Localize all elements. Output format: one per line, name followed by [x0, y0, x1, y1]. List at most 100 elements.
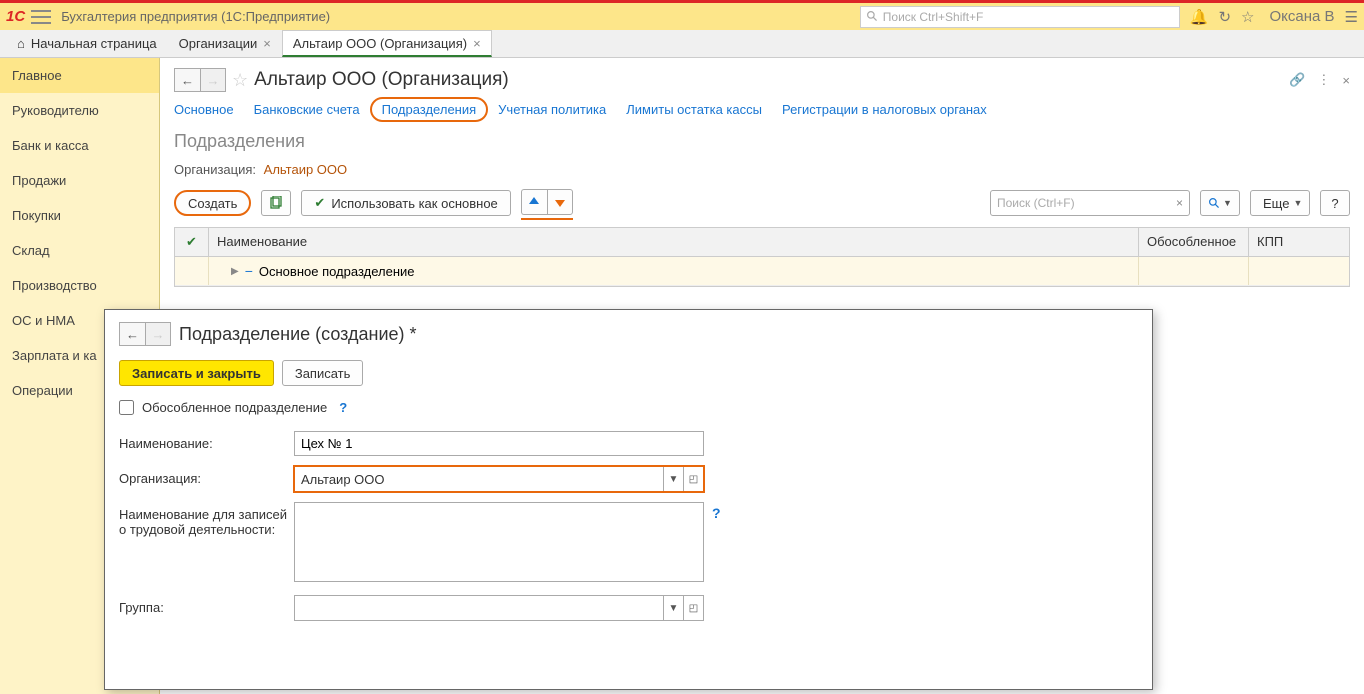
separate-checkbox[interactable]: [119, 400, 134, 415]
create-button[interactable]: Создать: [174, 190, 251, 216]
th-kpp[interactable]: КПП: [1249, 228, 1349, 256]
use-as-main-label: Использовать как основное: [331, 196, 497, 211]
tab-home-label: Начальная страница: [31, 36, 157, 51]
th-check[interactable]: ✔: [175, 228, 209, 256]
save-close-button[interactable]: Записать и закрыть: [119, 360, 274, 386]
section-title: Подразделения: [174, 131, 1350, 152]
bell-icon[interactable]: 🔔: [1190, 8, 1209, 26]
row-org: Организация: Альтаир ООО ▼ ◰: [119, 466, 1138, 492]
dialog-title: Подразделение (создание) *: [179, 324, 417, 345]
chevron-down-icon[interactable]: ▼: [663, 596, 683, 620]
tab-organizations[interactable]: Организации ×: [168, 30, 282, 57]
global-search-placeholder: Поиск Ctrl+Shift+F: [883, 10, 984, 24]
history-icon[interactable]: ↻: [1218, 8, 1231, 26]
close-page-icon[interactable]: ×: [1342, 73, 1350, 88]
tab-altair-label: Альтаир ООО (Организация): [293, 36, 467, 51]
org-select[interactable]: Альтаир ООО ▼ ◰: [294, 466, 704, 492]
more-label: Еще: [1263, 196, 1289, 211]
subtabs: Основное Банковские счета Подразделения …: [174, 102, 1350, 117]
chevron-down-icon[interactable]: ▼: [663, 467, 683, 491]
sidebar-item-bank[interactable]: Банк и касса: [0, 128, 159, 163]
group-label: Группа:: [119, 595, 294, 615]
use-as-main-button[interactable]: ✔ Использовать как основное: [301, 190, 510, 216]
subtab-bank[interactable]: Банковские счета: [254, 102, 360, 117]
save-button[interactable]: Записать: [282, 360, 364, 386]
copy-icon: [269, 196, 283, 210]
dialog-head: ← → Подразделение (создание) *: [119, 322, 1138, 346]
help-icon[interactable]: ?: [339, 400, 347, 415]
th-separate[interactable]: Обособленное: [1139, 228, 1249, 256]
app-title: Бухгалтерия предприятия (1С:Предприятие): [61, 9, 330, 24]
group-select[interactable]: ▼ ◰: [294, 595, 704, 621]
move-up-button[interactable]: [521, 189, 547, 215]
create-department-dialog: ← → Подразделение (создание) * Записать …: [104, 309, 1153, 690]
tab-org-label: Организации: [179, 36, 258, 51]
name-label: Наименование:: [119, 431, 294, 451]
open-icon[interactable]: ◰: [683, 467, 703, 491]
th-name[interactable]: Наименование: [209, 228, 1139, 256]
close-icon[interactable]: ×: [263, 36, 271, 51]
move-down-button[interactable]: [547, 189, 573, 215]
dialog-back-button[interactable]: ←: [119, 322, 145, 346]
user-name[interactable]: Оксана В: [1270, 8, 1335, 25]
star-icon[interactable]: ☆: [1241, 8, 1254, 26]
more-icon[interactable]: ⋮: [1317, 72, 1330, 88]
chevron-down-icon: ▼: [1223, 198, 1232, 208]
favorite-star-icon[interactable]: ☆: [232, 70, 248, 91]
table-header: ✔ Наименование Обособленное КПП: [175, 228, 1349, 257]
open-icon[interactable]: ◰: [683, 596, 703, 620]
more-button[interactable]: Еще ▼: [1250, 190, 1310, 216]
separate-checkbox-row: Обособленное подразделение ?: [119, 400, 1138, 415]
tab-home[interactable]: ⌂ Начальная страница: [6, 30, 168, 57]
dialog-forward-button: →: [145, 322, 171, 346]
tab-altair[interactable]: Альтаир ООО (Организация) ×: [282, 30, 492, 57]
page-title: Альтаир ООО (Организация): [254, 69, 509, 91]
global-search[interactable]: Поиск Ctrl+Shift+F: [860, 6, 1180, 28]
org-value[interactable]: Альтаир ООО: [264, 162, 348, 177]
list-search[interactable]: Поиск (Ctrl+F) ×: [990, 190, 1190, 216]
settings-icon[interactable]: ☰: [1345, 8, 1358, 26]
subtab-main[interactable]: Основное: [174, 102, 234, 117]
collapse-icon[interactable]: −: [245, 263, 253, 279]
back-button[interactable]: ←: [174, 68, 200, 92]
clear-search-icon[interactable]: ×: [1176, 196, 1183, 210]
labor-textarea[interactable]: [294, 502, 704, 582]
list-toolbar: Создать ✔ Использовать как основное: [174, 189, 1350, 217]
org-select-value: Альтаир ООО: [295, 472, 663, 487]
arrow-down-icon: [553, 195, 567, 209]
sidebar-item-main[interactable]: Главное: [0, 58, 159, 93]
help-icon[interactable]: ?: [712, 502, 721, 521]
departments-table: ✔ Наименование Обособленное КПП ▶ − Осно…: [174, 227, 1350, 287]
search-icon: [1208, 197, 1221, 210]
help-button[interactable]: ?: [1320, 190, 1350, 216]
page-head: ← → ☆ Альтаир ООО (Организация) 🔗 ⋮ ×: [174, 68, 1350, 92]
copy-button[interactable]: [261, 190, 291, 216]
forward-button: →: [200, 68, 226, 92]
sidebar-item-warehouse[interactable]: Склад: [0, 233, 159, 268]
expand-icon[interactable]: ▶: [231, 266, 239, 277]
table-row[interactable]: ▶ − Основное подразделение: [175, 257, 1349, 286]
search-icon: [866, 10, 879, 23]
subtab-departments[interactable]: Подразделения: [370, 97, 489, 122]
name-input[interactable]: [294, 431, 704, 456]
dialog-toolbar: Записать и закрыть Записать: [119, 360, 1138, 386]
link-icon[interactable]: 🔗: [1289, 72, 1305, 88]
search-dropdown-button[interactable]: ▼: [1200, 190, 1240, 216]
row-name: Основное подразделение: [259, 264, 415, 279]
sidebar-item-leader[interactable]: Руководителю: [0, 93, 159, 128]
menu-icon[interactable]: [31, 10, 51, 24]
subtab-tax[interactable]: Регистрации в налоговых органах: [782, 102, 987, 117]
sidebar-item-production[interactable]: Производство: [0, 268, 159, 303]
subtab-policy[interactable]: Учетная политика: [498, 102, 606, 117]
close-icon[interactable]: ×: [473, 36, 481, 51]
org-label: Организация:: [174, 162, 256, 177]
labor-label: Наименование для записей о трудовой деят…: [119, 502, 294, 537]
org-label: Организация:: [119, 466, 294, 486]
sidebar-item-purchases[interactable]: Покупки: [0, 198, 159, 233]
arrow-up-icon: [527, 195, 541, 209]
row-name: Наименование:: [119, 431, 1138, 456]
sidebar-item-sales[interactable]: Продажи: [0, 163, 159, 198]
separate-label: Обособленное подразделение: [142, 400, 327, 415]
subtab-cash[interactable]: Лимиты остатка кассы: [626, 102, 762, 117]
home-icon: ⌂: [17, 36, 25, 51]
